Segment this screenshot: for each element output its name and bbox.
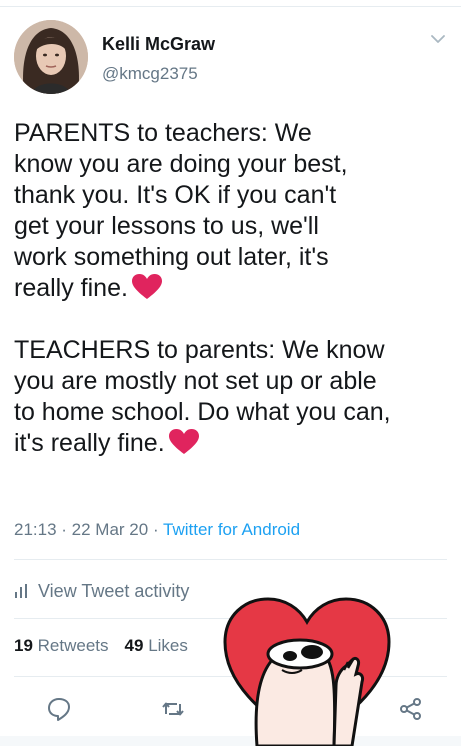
reply-icon[interactable] xyxy=(46,696,72,722)
activity-label: View Tweet activity xyxy=(38,580,190,601)
tweet-header: Kelli McGraw @kmcg2375 xyxy=(14,20,451,100)
author-name[interactable]: Kelli McGraw xyxy=(102,34,215,55)
meta-separator: · xyxy=(61,520,72,539)
divider xyxy=(14,559,447,560)
retweets-label: Retweets xyxy=(37,636,109,655)
view-tweet-activity[interactable]: View Tweet activity xyxy=(14,578,189,604)
tweet-time: 21:13 xyxy=(14,520,57,539)
tweet-source-link[interactable]: Twitter for Android xyxy=(163,520,300,539)
heart-sticker xyxy=(223,597,391,746)
tweet-text: PARENTS to teachers: We know you are doi… xyxy=(14,118,454,459)
tweet-meta: 21:13 · 22 Mar 20 · Twitter for Android xyxy=(14,520,300,540)
tweet-date: 22 Mar 20 xyxy=(71,520,149,539)
retweet-icon[interactable] xyxy=(160,696,186,722)
tweet-paragraph-2: TEACHERS to parents: We know you are mos… xyxy=(14,336,391,457)
likes-label: Likes xyxy=(148,636,188,655)
avatar[interactable] xyxy=(14,20,88,94)
retweets-stat[interactable]: 19 Retweets xyxy=(14,636,109,655)
avatar-image xyxy=(14,20,88,94)
tweet-stats: 19 Retweets 49 Likes xyxy=(14,636,188,656)
caret-down-icon[interactable] xyxy=(431,34,445,44)
retweets-count: 19 xyxy=(14,636,33,655)
likes-count: 49 xyxy=(124,636,144,655)
heart-emoji-icon xyxy=(131,274,162,299)
top-divider xyxy=(0,6,461,7)
heart-emoji-icon xyxy=(168,429,199,454)
bar-chart-icon xyxy=(15,584,27,598)
tweet-paragraph-1: PARENTS to teachers: We know you are doi… xyxy=(14,119,348,302)
meta-separator: · xyxy=(152,520,164,539)
share-icon[interactable] xyxy=(398,696,424,722)
likes-stat[interactable]: 49 Likes xyxy=(125,636,188,655)
author-handle[interactable]: @kmcg2375 xyxy=(102,64,198,84)
